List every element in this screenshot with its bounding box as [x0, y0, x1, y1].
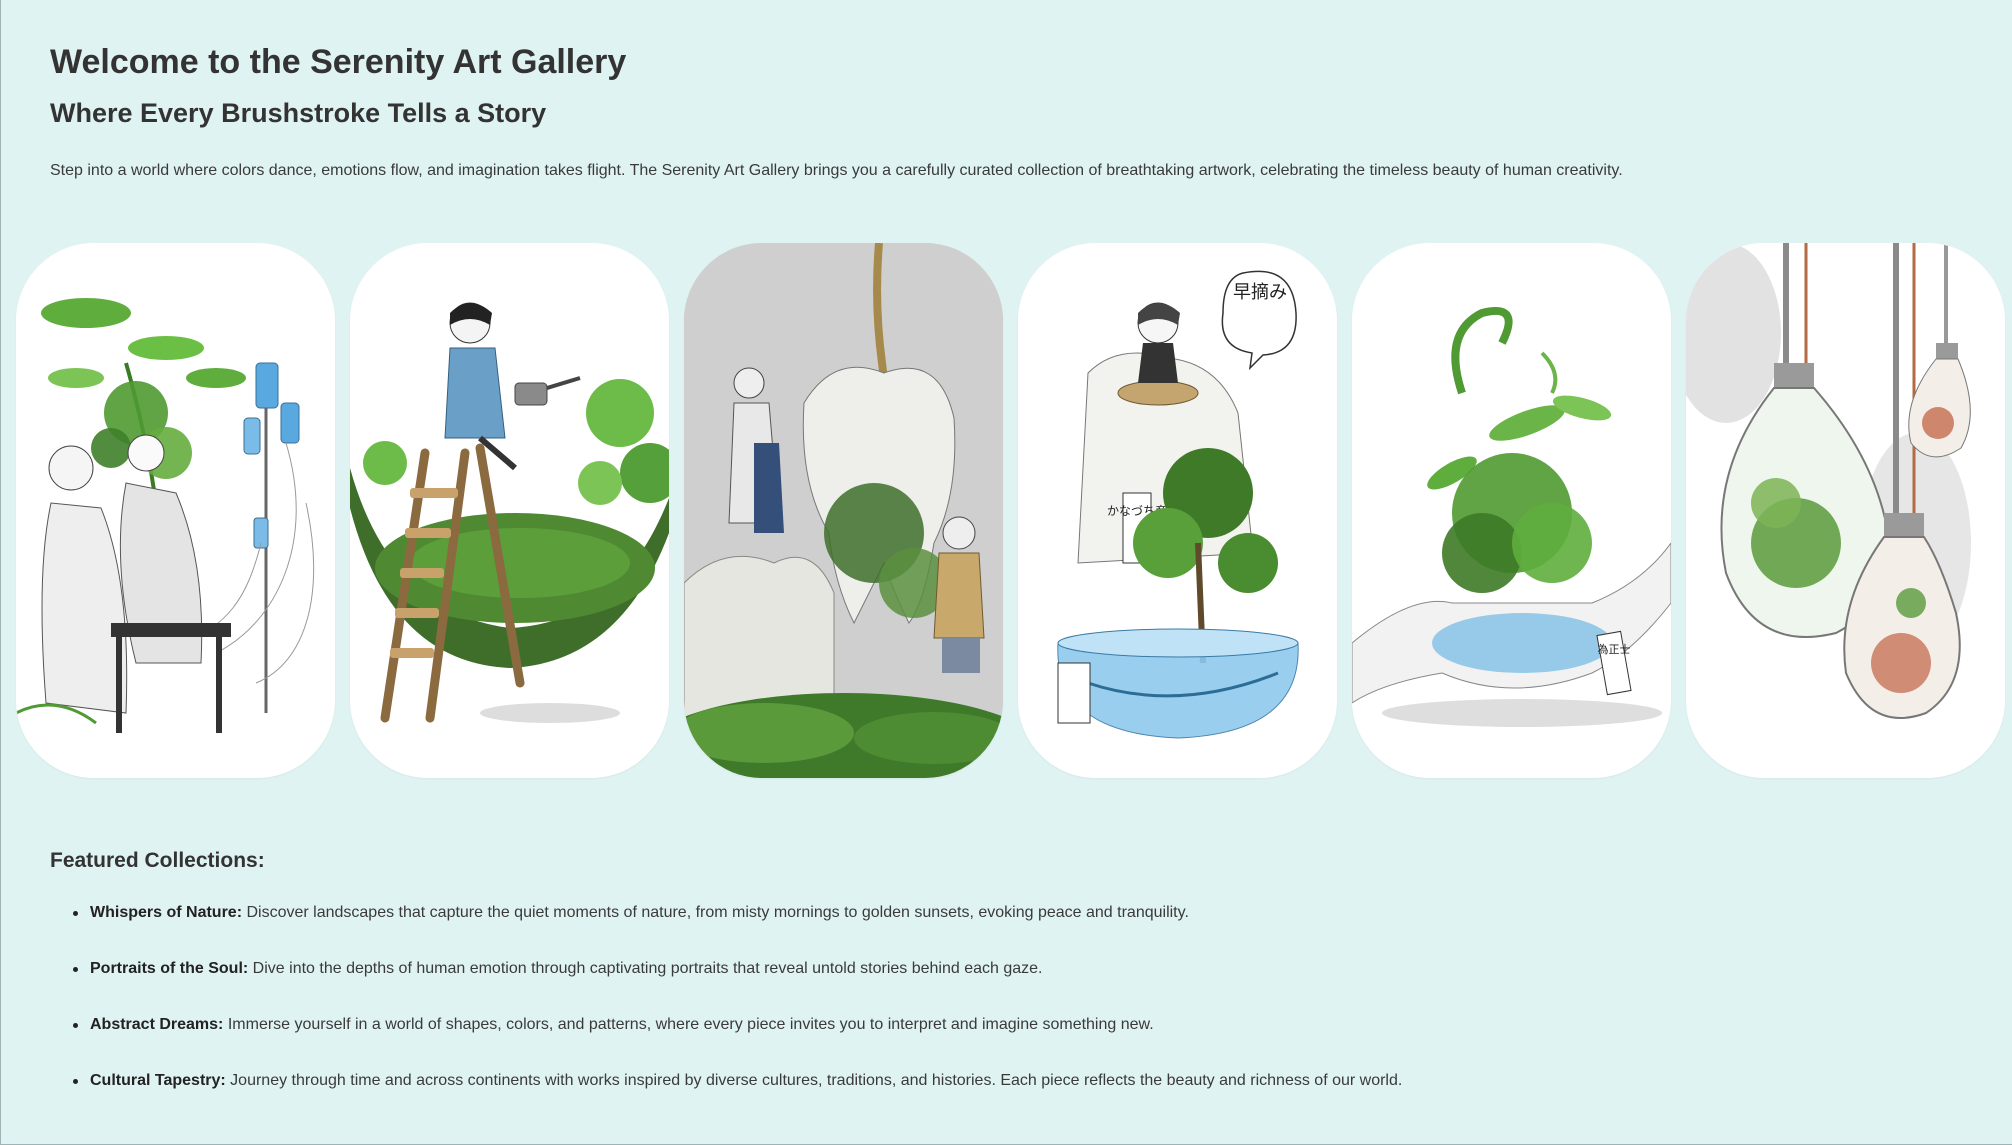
- page-header: Welcome to the Serenity Art Gallery Wher…: [50, 40, 1950, 182]
- collection-description: Immerse yourself in a world of shapes, c…: [223, 1016, 1154, 1033]
- collection-item-whispers-of-nature: Whispers of Nature: Discover landscapes …: [73, 902, 1950, 924]
- featured-heading: Featured Collections:: [50, 849, 265, 872]
- collection-name: Abstract Dreams:: [90, 1016, 224, 1033]
- speech-bubble-text: 早摘み: [1233, 282, 1287, 303]
- lightbulb-terrarium-artwork: [1686, 243, 2005, 778]
- artwork-card-5[interactable]: 為正士: [1352, 243, 1671, 778]
- tooth-garden-artwork: [684, 243, 1003, 778]
- collection-item-cultural-tapestry: Cultural Tapestry: Journey through time …: [73, 1070, 1950, 1092]
- page-subtitle: Where Every Brushstroke Tells a Story: [50, 98, 547, 128]
- artwork-card-4[interactable]: 早摘み かなづち産: [1018, 243, 1337, 778]
- artwork-card-6[interactable]: [1686, 243, 2005, 778]
- artwork-card-2[interactable]: [350, 243, 669, 778]
- collection-name: Cultural Tapestry:: [90, 1072, 226, 1089]
- tooth-jar-artwork: 早摘み かなづち産: [1018, 243, 1337, 778]
- artwork-gallery: 早摘み かなづち産 為正士: [16, 243, 2005, 778]
- bag-tag-text: 為正士: [1598, 642, 1631, 656]
- collection-name: Portraits of the Soul:: [90, 960, 249, 977]
- intro-paragraph: Step into a world where colors dance, em…: [50, 162, 1623, 179]
- collection-item-portraits-of-the-soul: Portraits of the Soul: Dive into the dep…: [73, 958, 1950, 980]
- collection-name: Whispers of Nature:: [90, 904, 243, 921]
- collection-description: Discover landscapes that capture the qui…: [242, 904, 1189, 921]
- featured-collections: Featured Collections: Whispers of Nature…: [50, 848, 1950, 1126]
- artwork-card-3[interactable]: [684, 243, 1003, 778]
- collection-description: Journey through time and across continen…: [225, 1072, 1403, 1089]
- hospital-garden-artwork: [16, 243, 335, 778]
- plant-bag-artwork: 為正士: [1352, 243, 1671, 778]
- collection-list: Whispers of Nature: Discover landscapes …: [50, 902, 1950, 1092]
- collection-description: Dive into the depths of human emotion th…: [248, 960, 1043, 977]
- page-title: Welcome to the Serenity Art Gallery: [50, 43, 627, 81]
- collection-item-abstract-dreams: Abstract Dreams: Immerse yourself in a w…: [73, 1014, 1950, 1036]
- watering-ladder-artwork: [350, 243, 669, 778]
- artwork-card-1[interactable]: [16, 243, 335, 778]
